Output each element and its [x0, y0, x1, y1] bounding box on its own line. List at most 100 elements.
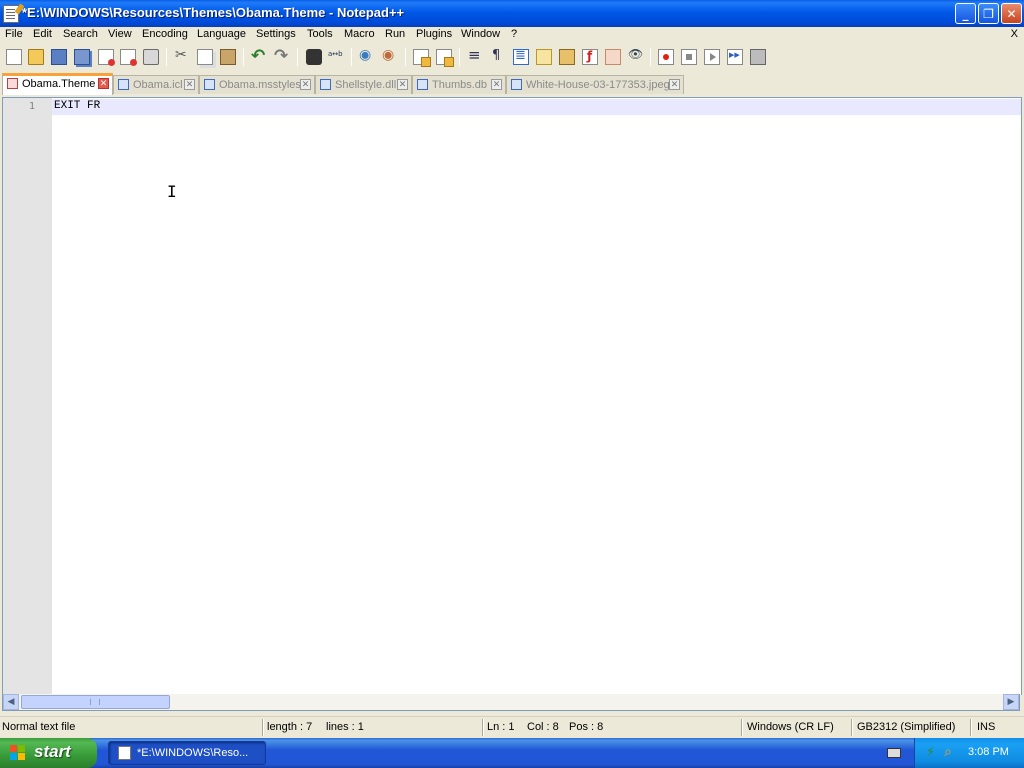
save-icon[interactable] [51, 49, 67, 65]
undo-icon[interactable] [251, 46, 267, 66]
paste-icon[interactable] [220, 49, 236, 65]
tab-label: Obama.icl [133, 79, 183, 91]
file-icon [204, 79, 215, 90]
status-bar: Normal text file length : 7 lines : 1 Ln… [0, 716, 1024, 739]
maximize-button[interactable]: ❐ [978, 3, 999, 24]
start-label: start [34, 742, 71, 761]
menu-search[interactable]: Search [63, 28, 98, 40]
clock[interactable]: 3:08 PM [968, 746, 1009, 758]
close-all-icon[interactable] [120, 49, 137, 66]
menu-run[interactable]: Run [385, 28, 405, 40]
show-all-chars-icon[interactable] [489, 48, 505, 65]
network-icon[interactable]: ⚡ [926, 745, 938, 760]
scroll-right-icon[interactable]: ▶ [1003, 694, 1019, 710]
minimize-button[interactable]: _ [955, 3, 976, 24]
save-macro-icon[interactable] [750, 49, 766, 65]
record-macro-icon[interactable] [658, 49, 674, 65]
menu-view[interactable]: View [108, 28, 132, 40]
monitoring-icon[interactable] [628, 47, 644, 65]
word-wrap-icon[interactable] [467, 46, 483, 65]
zoom-out-icon[interactable] [382, 47, 398, 65]
menu-edit[interactable]: Edit [33, 28, 52, 40]
tab-white-house-jpeg[interactable]: White-House-03-177353.jpeg ✕ [506, 75, 684, 94]
tab-close-icon[interactable]: ✕ [184, 79, 195, 90]
taskbar-window-button[interactable]: *E:\WINDOWS\Reso... [108, 741, 266, 765]
menu-encoding[interactable]: Encoding [142, 28, 188, 40]
title-bar[interactable]: *E:\WINDOWS\Resources\Themes\Obama.Theme… [0, 0, 1024, 27]
open-file-icon[interactable] [28, 49, 44, 65]
menu-file[interactable]: File [5, 28, 23, 40]
save-all-icon[interactable] [74, 49, 90, 65]
status-ln: Ln : 1 [487, 721, 515, 733]
start-button[interactable]: start [0, 738, 97, 768]
redo-icon[interactable] [274, 46, 290, 66]
tab-close-icon[interactable]: ✕ [491, 79, 502, 90]
close-button[interactable]: ✕ [1001, 3, 1022, 24]
tab-label: White-House-03-177353.jpeg [526, 79, 670, 91]
replace-icon[interactable] [328, 49, 345, 65]
toolbar-separator [297, 48, 298, 66]
scroll-left-icon[interactable]: ◀ [3, 694, 19, 710]
zoom-in-icon[interactable] [359, 47, 375, 65]
folder-workspace-icon[interactable] [605, 49, 621, 65]
cut-icon[interactable] [174, 47, 190, 65]
tab-label: Shellstyle.dll [335, 79, 397, 91]
function-list-icon[interactable] [582, 49, 598, 65]
tab-obama-icl[interactable]: Obama.icl ✕ [113, 75, 199, 94]
menu-window[interactable]: Window [461, 28, 500, 40]
menu-settings[interactable]: Settings [256, 28, 296, 40]
print-icon[interactable] [143, 49, 159, 65]
scrollbar-thumb[interactable] [21, 695, 170, 709]
file-icon [320, 79, 331, 90]
find-icon[interactable] [306, 49, 322, 65]
current-line-highlight [52, 99, 1021, 115]
search-icon[interactable]: ⌕ [944, 744, 952, 760]
line-number-gutter: 1 [3, 98, 52, 695]
status-divider [851, 719, 853, 736]
user-language-icon[interactable] [536, 49, 552, 65]
tab-obama-theme[interactable]: Obama.Theme ✕ [2, 73, 113, 95]
status-pos: Pos : 8 [569, 721, 604, 733]
menu-language[interactable]: Language [197, 28, 246, 40]
toolbar-separator [459, 48, 460, 66]
stop-macro-icon[interactable] [681, 49, 697, 65]
tab-close-icon[interactable]: ✕ [98, 78, 109, 89]
tab-bar: Obama.Theme ✕ Obama.icl ✕ Obama.msstyles… [0, 71, 1024, 97]
tab-close-icon[interactable]: ✕ [397, 79, 408, 90]
system-tray: ⚡ ⌕ 3:08 PM [914, 738, 1024, 768]
menu-bar: File Edit Search View Encoding Language … [0, 27, 1024, 45]
tab-thumbs-db[interactable]: Thumbs.db ✕ [412, 75, 506, 94]
close-document-button[interactable]: X [1011, 28, 1018, 40]
menu-help[interactable]: ? [511, 28, 517, 40]
taskbar-window-label: *E:\WINDOWS\Reso... [137, 747, 249, 759]
menu-tools[interactable]: Tools [307, 28, 333, 40]
tab-obama-msstyles[interactable]: Obama.msstyles ✕ [199, 75, 315, 94]
play-macro-icon[interactable] [704, 49, 720, 65]
sync-vertical-icon[interactable] [413, 49, 431, 67]
copy-icon[interactable] [197, 49, 213, 65]
document-map-icon[interactable] [559, 49, 575, 65]
new-file-icon[interactable] [6, 49, 22, 65]
file-icon [417, 79, 428, 90]
toolbar-separator [243, 48, 244, 66]
sync-horizontal-icon[interactable] [436, 49, 454, 67]
windows-flag-icon [10, 745, 26, 761]
tab-close-icon[interactable]: ✕ [300, 79, 311, 90]
status-divider [741, 719, 743, 736]
menu-plugins[interactable]: Plugins [416, 28, 452, 40]
status-eol: Windows (CR LF) [747, 721, 834, 733]
run-macro-multiple-icon[interactable] [727, 49, 743, 65]
tab-close-icon[interactable]: ✕ [669, 79, 680, 90]
menu-macro[interactable]: Macro [344, 28, 375, 40]
horizontal-scrollbar[interactable]: ◀ ▶ [2, 694, 1020, 711]
modified-file-icon [7, 78, 18, 89]
indent-guide-icon[interactable] [513, 48, 529, 65]
close-icon[interactable] [98, 49, 115, 66]
notepad-plus-plus-icon [118, 746, 131, 760]
text-editor[interactable]: 1 EXIT FR I [2, 97, 1022, 695]
code-line[interactable]: EXIT FR [54, 100, 100, 112]
keyboard-icon[interactable] [887, 748, 901, 758]
file-icon [511, 79, 522, 90]
tab-shellstyle-dll[interactable]: Shellstyle.dll ✕ [315, 75, 412, 94]
status-encoding: GB2312 (Simplified) [857, 721, 956, 733]
